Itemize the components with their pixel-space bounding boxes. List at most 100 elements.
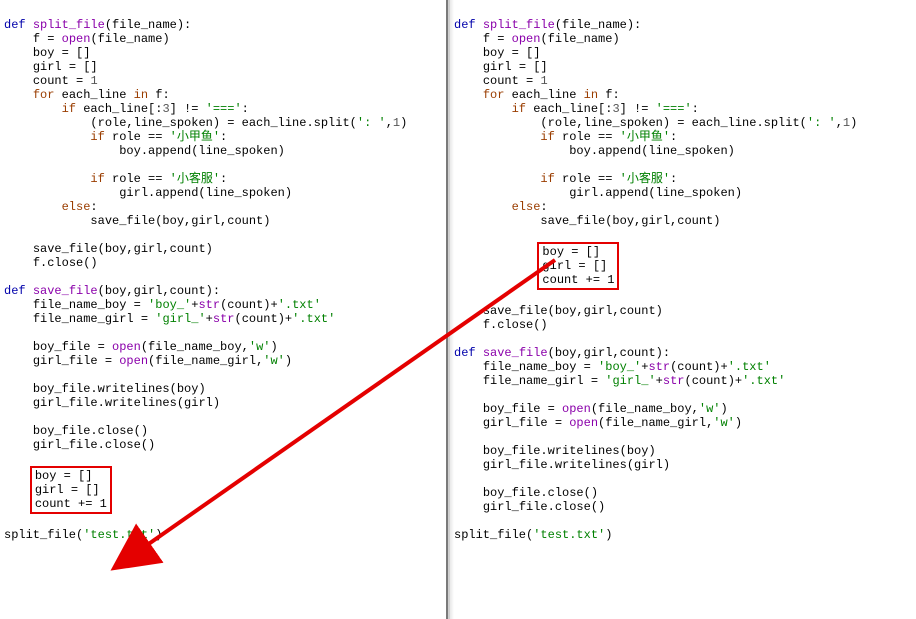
- var: girl_file: [33, 354, 98, 368]
- fn-call: open: [512, 32, 541, 46]
- punct: )+: [713, 360, 727, 374]
- punct: ):: [656, 346, 670, 360]
- highlighted-block-right: boy = []girl = []count += 1: [537, 242, 619, 290]
- var: count: [483, 74, 519, 88]
- expr: (role,line_spoken) = each_line.split(: [90, 116, 356, 130]
- fn-call: str: [648, 360, 670, 374]
- param: file_name: [562, 18, 627, 32]
- arg: count: [692, 374, 728, 388]
- var: file_name_girl: [483, 374, 584, 388]
- punct: )+: [278, 312, 292, 326]
- kw-if: if: [62, 102, 76, 116]
- punct: ): [850, 116, 857, 130]
- punct: (: [555, 18, 562, 32]
- kw-for: for: [483, 88, 505, 102]
- box-line: boy = []: [542, 245, 614, 259]
- kw-def: def: [4, 284, 26, 298]
- call: save_file(boy,girl,count): [33, 242, 213, 256]
- punct: (: [684, 374, 691, 388]
- call: save_file(boy,girl,count): [540, 214, 720, 228]
- arg: file_name: [548, 32, 613, 46]
- fn-name: save_file: [33, 284, 98, 298]
- punct: :: [540, 200, 547, 214]
- str: '小客服': [620, 172, 670, 186]
- var: boy_file: [33, 340, 91, 354]
- fn-call: open: [119, 354, 148, 368]
- iter: f:: [155, 88, 169, 102]
- num: 1: [393, 116, 400, 130]
- fn-name: split_file: [483, 18, 555, 32]
- punct: ): [285, 354, 292, 368]
- call: boy_file.writelines(boy): [483, 444, 656, 458]
- box-line: count += 1: [542, 273, 614, 287]
- expr: each_line[:: [533, 102, 612, 116]
- punct: ): [612, 32, 619, 46]
- punct: ): [720, 402, 727, 416]
- str: 'boy_': [148, 298, 191, 312]
- punct: (: [90, 32, 97, 46]
- punct: )+: [263, 298, 277, 312]
- punct: (: [98, 284, 105, 298]
- kw-else: else: [512, 200, 541, 214]
- punct: ): [270, 340, 277, 354]
- op: =: [490, 32, 512, 46]
- var: each_line: [62, 88, 127, 102]
- kw-def: def: [4, 18, 26, 32]
- punct: ):: [627, 18, 641, 32]
- op: = []: [62, 60, 98, 74]
- str: '小客服': [170, 172, 220, 186]
- call: boy.append(line_spoken): [119, 144, 285, 158]
- box-line: girl = []: [542, 259, 614, 273]
- call: split_file(: [454, 528, 533, 542]
- arg: file_name_boy,: [148, 340, 249, 354]
- op: =: [576, 360, 598, 374]
- iter: f:: [605, 88, 619, 102]
- op: =: [134, 312, 156, 326]
- call: boy.append(line_spoken): [569, 144, 735, 158]
- var: f: [483, 32, 490, 46]
- punct: :: [90, 200, 97, 214]
- fn-call: str: [213, 312, 235, 326]
- call: save_file(boy,girl,count): [483, 304, 663, 318]
- str: 'boy_': [598, 360, 641, 374]
- var: file_name_girl: [33, 312, 134, 326]
- op: =: [519, 74, 541, 88]
- kw-if: if: [90, 172, 104, 186]
- highlighted-block-left: boy = []girl = []count += 1: [30, 466, 112, 514]
- fn-call: str: [663, 374, 685, 388]
- expr: ] !=: [620, 102, 656, 116]
- arg: file_name: [98, 32, 163, 46]
- punct: :: [670, 130, 677, 144]
- kw-else: else: [62, 200, 91, 214]
- call: split_file(: [4, 528, 83, 542]
- str: '.txt': [742, 374, 785, 388]
- punct: (: [540, 32, 547, 46]
- fn-call: open: [569, 416, 598, 430]
- call: girl_file.writelines(girl): [33, 396, 220, 410]
- param: file_name: [112, 18, 177, 32]
- op: = []: [504, 46, 540, 60]
- expr: ] !=: [170, 102, 206, 116]
- call: f.close(): [33, 256, 98, 270]
- punct: )+: [728, 374, 742, 388]
- arg: file_name_boy,: [598, 402, 699, 416]
- kw-if: if: [540, 130, 554, 144]
- call: save_file(boy,girl,count): [90, 214, 270, 228]
- str: 'girl_': [605, 374, 655, 388]
- kw-if: if: [512, 102, 526, 116]
- var: each_line: [512, 88, 577, 102]
- punct: ): [155, 528, 162, 542]
- op: +: [656, 374, 663, 388]
- num: 1: [540, 74, 547, 88]
- op: =: [584, 374, 606, 388]
- kw-if: if: [540, 172, 554, 186]
- kw-in: in: [134, 88, 148, 102]
- kw-for: for: [33, 88, 55, 102]
- str: '.txt': [278, 298, 321, 312]
- box-line: girl = []: [35, 483, 107, 497]
- op: +: [206, 312, 213, 326]
- fn-call: open: [62, 32, 91, 46]
- call: girl_file.close(): [33, 438, 155, 452]
- var: girl: [33, 60, 62, 74]
- arg: count: [227, 298, 263, 312]
